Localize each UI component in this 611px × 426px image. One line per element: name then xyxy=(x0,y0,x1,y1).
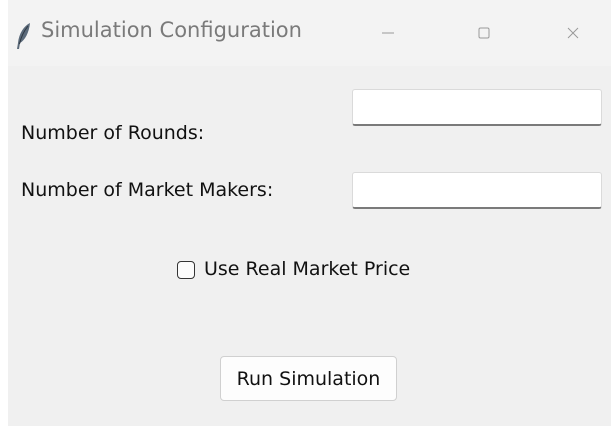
title-bar[interactable]: Simulation Configuration xyxy=(8,0,611,66)
use-real-price-checkbox[interactable] xyxy=(177,260,195,279)
maximize-button[interactable] xyxy=(461,10,507,56)
minimize-button[interactable] xyxy=(365,10,411,56)
rounds-input[interactable] xyxy=(352,89,602,126)
use-real-price-option[interactable]: Use Real Market Price xyxy=(177,260,410,279)
maximize-icon xyxy=(478,24,490,43)
rounds-label: Number of Rounds: xyxy=(21,122,205,144)
close-button[interactable] xyxy=(550,10,596,56)
feather-icon xyxy=(16,22,32,50)
run-simulation-button[interactable]: Run Simulation xyxy=(220,356,397,401)
window-title: Simulation Configuration xyxy=(41,18,302,42)
market-makers-input[interactable] xyxy=(352,172,602,209)
app-window: Simulation Configuration Number of Round… xyxy=(8,0,611,426)
use-real-price-label[interactable]: Use Real Market Price xyxy=(204,260,410,279)
close-icon xyxy=(567,24,579,43)
minimize-icon xyxy=(382,24,394,43)
market-makers-label: Number of Market Makers: xyxy=(21,179,274,201)
